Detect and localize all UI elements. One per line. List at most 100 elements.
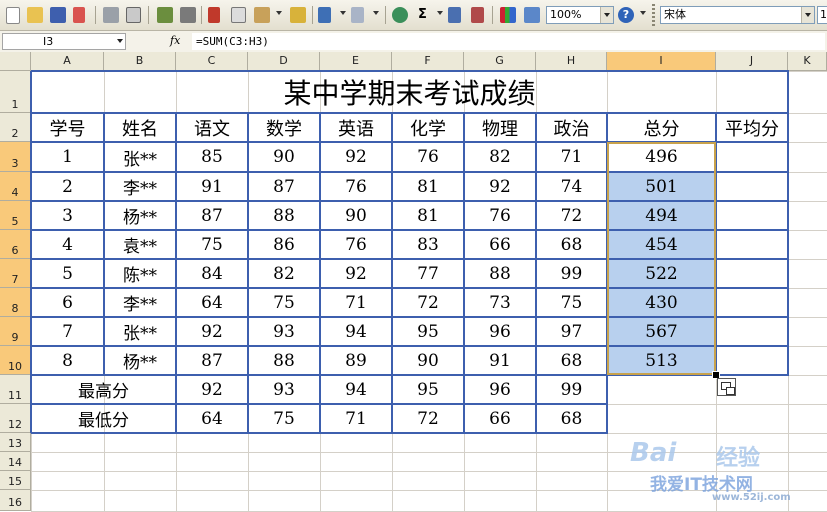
score-cell[interactable]: 92 (320, 259, 392, 288)
score-cell[interactable]: 76 (392, 142, 464, 172)
student-name-cell[interactable]: 杨** (104, 201, 176, 230)
student-name-cell[interactable]: 李** (104, 172, 176, 201)
score-cell[interactable]: 66 (464, 230, 536, 259)
score-cell[interactable]: 92 (464, 172, 536, 201)
score-cell[interactable]: 75 (248, 288, 320, 317)
score-cell[interactable]: 71 (536, 142, 607, 172)
score-cell[interactable]: 90 (392, 346, 464, 375)
max-value-cell[interactable]: 96 (464, 375, 536, 404)
score-cell[interactable]: 88 (464, 259, 536, 288)
average-cell[interactable] (716, 230, 788, 259)
score-cell[interactable]: 84 (176, 259, 248, 288)
min-value-cell[interactable]: 71 (320, 404, 392, 433)
student-id-cell[interactable]: 3 (31, 201, 104, 230)
row-header[interactable]: 7 (0, 259, 31, 288)
column-header[interactable]: E (320, 52, 392, 71)
student-name-cell[interactable]: 张** (104, 317, 176, 346)
score-cell[interactable]: 68 (536, 346, 607, 375)
min-value-cell[interactable]: 66 (464, 404, 536, 433)
column-title-cell[interactable]: 姓名 (104, 113, 176, 142)
score-cell[interactable]: 83 (392, 230, 464, 259)
score-cell[interactable]: 75 (536, 288, 607, 317)
row-header[interactable]: 8 (0, 288, 31, 317)
min-value-cell[interactable]: 72 (392, 404, 464, 433)
row-header[interactable]: 2 (0, 113, 31, 142)
max-label-cell[interactable]: 最高分 (31, 375, 176, 404)
max-value-cell[interactable]: 93 (248, 375, 320, 404)
average-cell[interactable] (716, 201, 788, 230)
student-id-cell[interactable]: 8 (31, 346, 104, 375)
column-title-cell[interactable]: 政治 (536, 113, 607, 142)
score-cell[interactable]: 87 (248, 172, 320, 201)
row-header[interactable]: 6 (0, 230, 31, 259)
average-cell[interactable] (716, 317, 788, 346)
score-cell[interactable]: 72 (536, 201, 607, 230)
column-header[interactable]: I (607, 52, 716, 71)
student-name-cell[interactable]: 李** (104, 288, 176, 317)
max-value-cell[interactable]: 99 (536, 375, 607, 404)
score-cell[interactable]: 76 (464, 201, 536, 230)
student-id-cell[interactable]: 6 (31, 288, 104, 317)
student-name-cell[interactable]: 袁** (104, 230, 176, 259)
score-cell[interactable]: 76 (320, 230, 392, 259)
score-cell[interactable]: 88 (248, 346, 320, 375)
score-cell[interactable]: 95 (392, 317, 464, 346)
row-header[interactable]: 10 (0, 346, 31, 375)
score-cell[interactable]: 87 (176, 346, 248, 375)
score-cell[interactable]: 73 (464, 288, 536, 317)
min-value-cell[interactable]: 68 (536, 404, 607, 433)
max-value-cell[interactable]: 92 (176, 375, 248, 404)
score-cell[interactable]: 91 (176, 172, 248, 201)
score-cell[interactable]: 64 (176, 288, 248, 317)
column-header[interactable]: A (31, 52, 104, 71)
score-cell[interactable]: 77 (392, 259, 464, 288)
student-name-cell[interactable]: 杨** (104, 346, 176, 375)
row-header[interactable]: 5 (0, 201, 31, 230)
column-title-cell[interactable]: 语文 (176, 113, 248, 142)
score-cell[interactable]: 81 (392, 172, 464, 201)
max-value-cell[interactable]: 94 (320, 375, 392, 404)
average-cell[interactable] (716, 346, 788, 375)
score-cell[interactable]: 90 (320, 201, 392, 230)
score-cell[interactable]: 76 (320, 172, 392, 201)
score-cell[interactable]: 74 (536, 172, 607, 201)
student-id-cell[interactable]: 7 (31, 317, 104, 346)
column-title-cell[interactable]: 英语 (320, 113, 392, 142)
score-cell[interactable]: 72 (392, 288, 464, 317)
average-cell[interactable] (716, 288, 788, 317)
column-header[interactable]: D (248, 52, 320, 71)
score-cell[interactable]: 96 (464, 317, 536, 346)
score-cell[interactable]: 97 (536, 317, 607, 346)
score-cell[interactable]: 92 (176, 317, 248, 346)
column-header[interactable]: F (392, 52, 464, 71)
average-cell[interactable] (716, 259, 788, 288)
score-cell[interactable]: 93 (248, 317, 320, 346)
min-label-cell[interactable]: 最低分 (31, 404, 176, 433)
score-cell[interactable]: 82 (248, 259, 320, 288)
column-header[interactable]: C (176, 52, 248, 71)
select-all-corner[interactable] (0, 52, 31, 71)
row-header[interactable]: 12 (0, 404, 31, 433)
min-value-cell[interactable]: 75 (248, 404, 320, 433)
score-cell[interactable]: 85 (176, 142, 248, 172)
score-cell[interactable]: 68 (536, 230, 607, 259)
auto-fill-options-icon[interactable] (717, 378, 736, 396)
row-header[interactable]: 16 (0, 490, 31, 511)
row-header[interactable]: 13 (0, 433, 31, 452)
student-id-cell[interactable]: 1 (31, 142, 104, 172)
column-title-cell[interactable]: 数学 (248, 113, 320, 142)
score-cell[interactable]: 92 (320, 142, 392, 172)
sheet-title-cell[interactable]: 某中学期末考试成绩 (31, 71, 788, 113)
column-header[interactable]: B (104, 52, 176, 71)
column-title-cell[interactable]: 化学 (392, 113, 464, 142)
row-header[interactable]: 9 (0, 317, 31, 346)
row-header[interactable]: 3 (0, 142, 31, 172)
column-title-cell[interactable]: 学号 (31, 113, 104, 142)
score-cell[interactable]: 81 (392, 201, 464, 230)
row-header[interactable]: 15 (0, 471, 31, 490)
score-cell[interactable]: 89 (320, 346, 392, 375)
score-cell[interactable]: 88 (248, 201, 320, 230)
score-cell[interactable]: 75 (176, 230, 248, 259)
average-cell[interactable] (716, 142, 788, 172)
row-header[interactable]: 14 (0, 452, 31, 471)
